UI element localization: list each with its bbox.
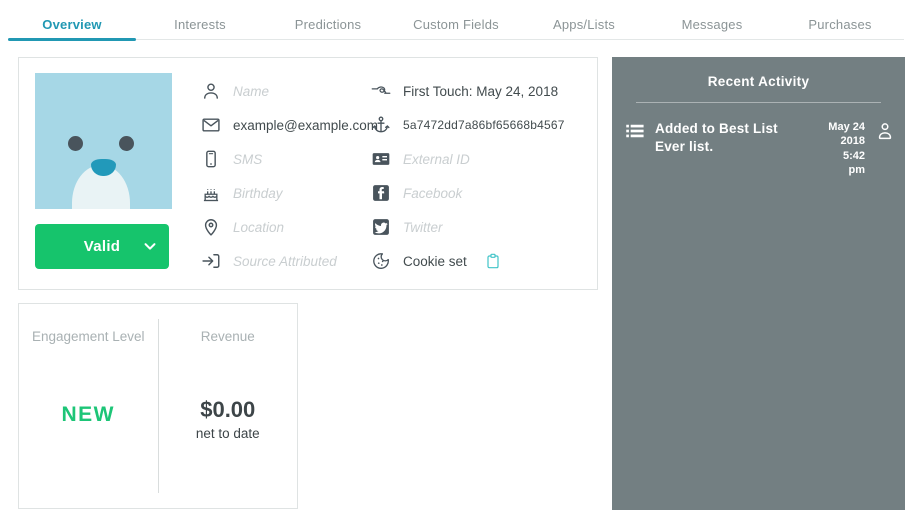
tab-interests[interactable]: Interests xyxy=(136,12,264,39)
field-twitter[interactable]: Twitter xyxy=(371,210,596,244)
tab-messages[interactable]: Messages xyxy=(648,12,776,39)
envelope-icon xyxy=(201,115,221,135)
anchor-icon xyxy=(371,115,391,135)
tab-apps-lists[interactable]: Apps/Lists xyxy=(520,12,648,39)
sign-in-arrow-icon xyxy=(201,251,221,271)
person-icon xyxy=(875,121,895,141)
field-birthday[interactable]: Birthday xyxy=(201,176,369,210)
contact-details-card: Valid Name example@example.com xyxy=(18,57,598,290)
field-first-touch: First Touch: May 24, 2018 xyxy=(371,74,596,108)
contact-fields: Name example@example.com SMS xyxy=(201,74,596,278)
field-facebook-value: Facebook xyxy=(403,186,462,201)
handshake-icon xyxy=(371,81,391,101)
person-icon xyxy=(201,81,221,101)
revenue-section: Revenue $0.00 net to date xyxy=(159,304,298,508)
field-location[interactable]: Location xyxy=(201,210,369,244)
revenue-value: $0.00 xyxy=(200,397,255,423)
tab-overview[interactable]: Overview xyxy=(8,12,136,39)
field-name-value: Name xyxy=(233,84,269,99)
mobile-phone-icon xyxy=(201,149,221,169)
location-pin-icon xyxy=(201,217,221,237)
field-name[interactable]: Name xyxy=(201,74,369,108)
avatar-eye-left xyxy=(68,136,83,151)
field-facebook[interactable]: Facebook xyxy=(371,176,596,210)
field-cookie-value: Cookie set xyxy=(403,254,467,269)
field-sms[interactable]: SMS xyxy=(201,142,369,176)
field-external-id-value: External ID xyxy=(403,152,470,167)
activity-item-text: Added to Best List Ever list. xyxy=(655,120,808,156)
field-first-touch-value: First Touch: May 24, 2018 xyxy=(403,84,558,99)
tab-predictions[interactable]: Predictions xyxy=(264,12,392,39)
field-birthday-value: Birthday xyxy=(233,186,283,201)
status-valid-button[interactable]: Valid xyxy=(35,224,169,269)
twitter-icon xyxy=(371,217,391,237)
field-email[interactable]: example@example.com xyxy=(201,108,369,142)
field-source-attributed[interactable]: Source Attributed xyxy=(201,244,369,278)
avatar xyxy=(35,73,172,209)
field-anchor-id: 5a7472dd7a86bf65668b4567 xyxy=(371,108,596,142)
tab-bar: Overview Interests Predictions Custom Fi… xyxy=(8,12,904,40)
field-source-value: Source Attributed xyxy=(233,254,337,269)
tab-purchases[interactable]: Purchases xyxy=(776,12,904,39)
recent-activity-title: Recent Activity xyxy=(612,57,905,89)
profile-page: Overview Interests Predictions Custom Fi… xyxy=(0,0,908,524)
recent-activity-panel: Recent Activity Added to Best List Ever … xyxy=(612,57,905,510)
field-twitter-value: Twitter xyxy=(403,220,443,235)
field-external-id[interactable]: External ID xyxy=(371,142,596,176)
list-icon xyxy=(625,121,645,141)
clipboard-icon[interactable] xyxy=(485,253,501,269)
tab-custom-fields[interactable]: Custom Fields xyxy=(392,12,520,39)
birthday-cake-icon xyxy=(201,183,221,203)
cookie-icon xyxy=(371,251,391,271)
engagement-level-label: Engagement Level xyxy=(32,328,145,347)
revenue-label: Revenue xyxy=(201,328,255,347)
revenue-subtext: net to date xyxy=(196,426,260,441)
activity-item-timestamp: May 24 2018 5:42 pm xyxy=(818,120,865,177)
field-email-value: example@example.com xyxy=(233,118,378,133)
field-cookie: Cookie set xyxy=(371,244,596,278)
chevron-down-icon xyxy=(141,237,159,255)
field-sms-value: SMS xyxy=(233,152,262,167)
field-anchor-id-value: 5a7472dd7a86bf65668b4567 xyxy=(403,118,565,132)
activity-item[interactable]: Added to Best List Ever list. May 24 201… xyxy=(612,103,905,177)
engagement-level-value: NEW xyxy=(62,403,116,427)
status-label: Valid xyxy=(84,238,121,255)
field-location-value: Location xyxy=(233,220,284,235)
stats-card: Engagement Level NEW Revenue $0.00 net t… xyxy=(18,303,298,509)
avatar-eye-right xyxy=(119,136,134,151)
id-card-icon xyxy=(371,149,391,169)
engagement-level-section: Engagement Level NEW xyxy=(19,304,158,508)
facebook-icon xyxy=(371,183,391,203)
